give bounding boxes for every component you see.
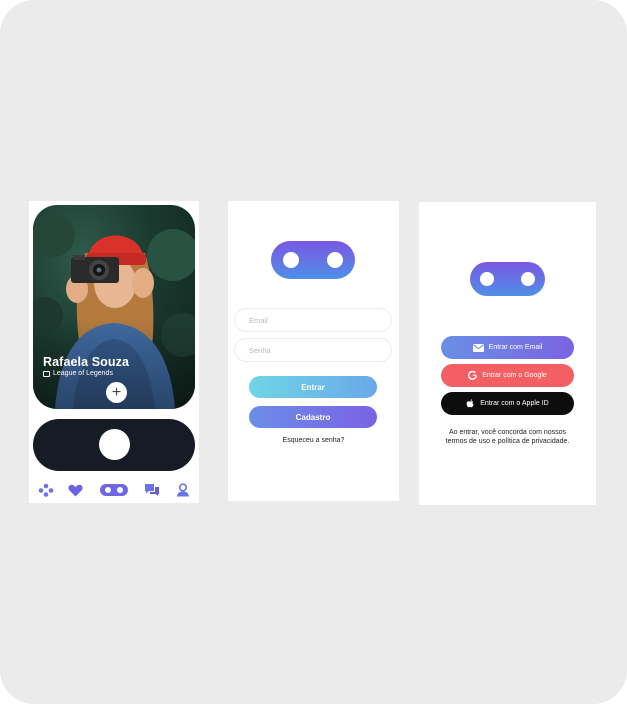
add-button[interactable]: + bbox=[106, 382, 127, 403]
nav-chat[interactable] bbox=[143, 480, 161, 500]
mail-icon bbox=[472, 343, 484, 352]
nav-likes[interactable] bbox=[66, 480, 84, 500]
email-placeholder: Email bbox=[249, 315, 268, 325]
apple-icon bbox=[466, 398, 474, 407]
password-field[interactable]: Senha bbox=[234, 338, 392, 362]
social-login-screen: Entrar com Email Entrar com o Google Ent… bbox=[419, 202, 596, 505]
register-button-label: Cadastro bbox=[295, 412, 331, 422]
nav-profile[interactable] bbox=[174, 480, 192, 500]
chat-icon bbox=[145, 484, 159, 496]
app-logo-icon bbox=[100, 484, 128, 496]
login-button[interactable]: Entrar bbox=[249, 376, 377, 398]
bottom-nav bbox=[29, 480, 199, 500]
logo-eye-right bbox=[521, 272, 535, 286]
terms-line-1: Ao entrar, você concorda com nossos bbox=[448, 429, 567, 436]
nav-gamepad[interactable] bbox=[37, 480, 55, 500]
google-login-label: Entrar com o Google bbox=[482, 372, 547, 379]
register-button[interactable]: Cadastro bbox=[249, 406, 377, 428]
plus-icon: + bbox=[111, 383, 122, 401]
logo-eye-right bbox=[327, 252, 343, 268]
profile-name: Rafaela Souza bbox=[43, 355, 130, 369]
google-login-button[interactable]: Entrar com o Google bbox=[441, 364, 574, 387]
profile-photo bbox=[33, 205, 195, 409]
forgot-password-link[interactable]: Esqueceu a senha? bbox=[228, 437, 399, 444]
toggle-knob[interactable] bbox=[99, 429, 130, 460]
apple-login-label: Entrar com o Apple ID bbox=[480, 400, 549, 407]
google-icon bbox=[468, 371, 478, 380]
profile-game: League of Legends bbox=[43, 370, 113, 377]
heart-icon bbox=[67, 484, 83, 496]
profile-game-label: League of Legends bbox=[53, 370, 113, 377]
apple-login-button[interactable]: Entrar com o Apple ID bbox=[441, 392, 574, 415]
swipe-toggle[interactable] bbox=[33, 419, 195, 471]
user-icon bbox=[177, 483, 189, 497]
terms-line-2[interactable]: termos de uso e política de privacidade. bbox=[419, 437, 596, 446]
profile-card[interactable]: Rafaela Souza League of Legends + bbox=[33, 205, 195, 409]
login-screen: Email Senha Entrar Cadastro Esqueceu a s… bbox=[228, 201, 399, 501]
profile-screen: Rafaela Souza League of Legends + bbox=[29, 201, 199, 503]
email-field[interactable]: Email bbox=[234, 308, 392, 332]
password-placeholder: Senha bbox=[249, 345, 271, 355]
email-login-label: Entrar com Email bbox=[488, 344, 543, 351]
app-logo bbox=[271, 241, 355, 279]
email-login-button[interactable]: Entrar com Email bbox=[441, 336, 574, 359]
terms-notice: Ao entrar, você concorda com nossos term… bbox=[419, 428, 596, 446]
game-controller-icon bbox=[43, 370, 50, 377]
app-logo bbox=[470, 262, 545, 296]
logo-eye-left bbox=[283, 252, 299, 268]
canvas-board: Rafaela Souza League of Legends + Email … bbox=[0, 0, 627, 704]
login-button-label: Entrar bbox=[301, 382, 325, 392]
logo-eye-left bbox=[480, 272, 494, 286]
gamepad-icon bbox=[38, 483, 54, 497]
nav-home[interactable] bbox=[99, 480, 129, 500]
